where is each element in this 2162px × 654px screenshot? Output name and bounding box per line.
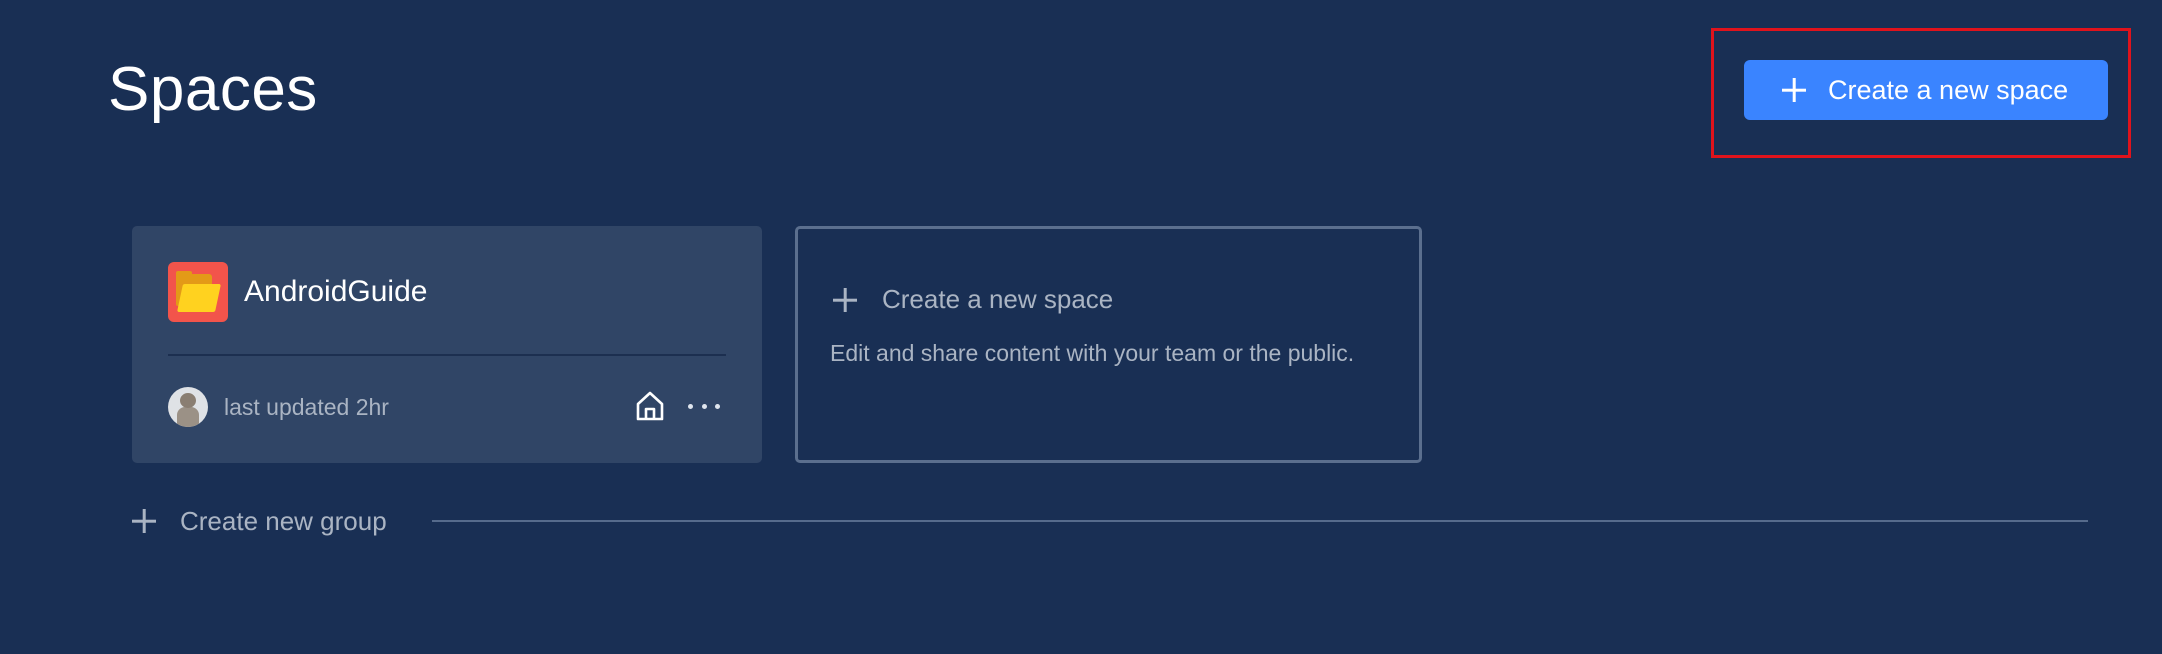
plus-icon: [1782, 78, 1806, 102]
create-group-label: Create new group: [180, 506, 387, 536]
plus-icon: [833, 288, 857, 312]
group-divider: [432, 520, 2088, 522]
space-card-androidguide[interactable]: AndroidGuide last updated 2hr: [132, 226, 762, 463]
create-space-card-title: Create a new space: [882, 284, 1114, 314]
folder-icon: [168, 262, 228, 322]
create-group-button[interactable]: Create new group: [132, 506, 387, 536]
create-space-button[interactable]: Create a new space: [1744, 60, 2108, 120]
more-options-icon[interactable]: [688, 392, 720, 420]
create-space-card[interactable]: Create a new space Edit and share conten…: [795, 226, 1422, 463]
card-divider: [168, 354, 726, 356]
page-title: Spaces: [108, 55, 318, 124]
create-space-card-description: Edit and share content with your team or…: [830, 340, 1355, 366]
avatar: [168, 387, 208, 427]
plus-icon: [132, 509, 156, 533]
space-name[interactable]: AndroidGuide: [244, 272, 427, 312]
spaces-page: Spaces Create a new space AndroidGuide l…: [0, 0, 2162, 654]
last-updated-text: last updated 2hr: [224, 394, 389, 420]
create-space-button-label: Create a new space: [1828, 74, 2069, 105]
home-icon[interactable]: [632, 388, 668, 424]
